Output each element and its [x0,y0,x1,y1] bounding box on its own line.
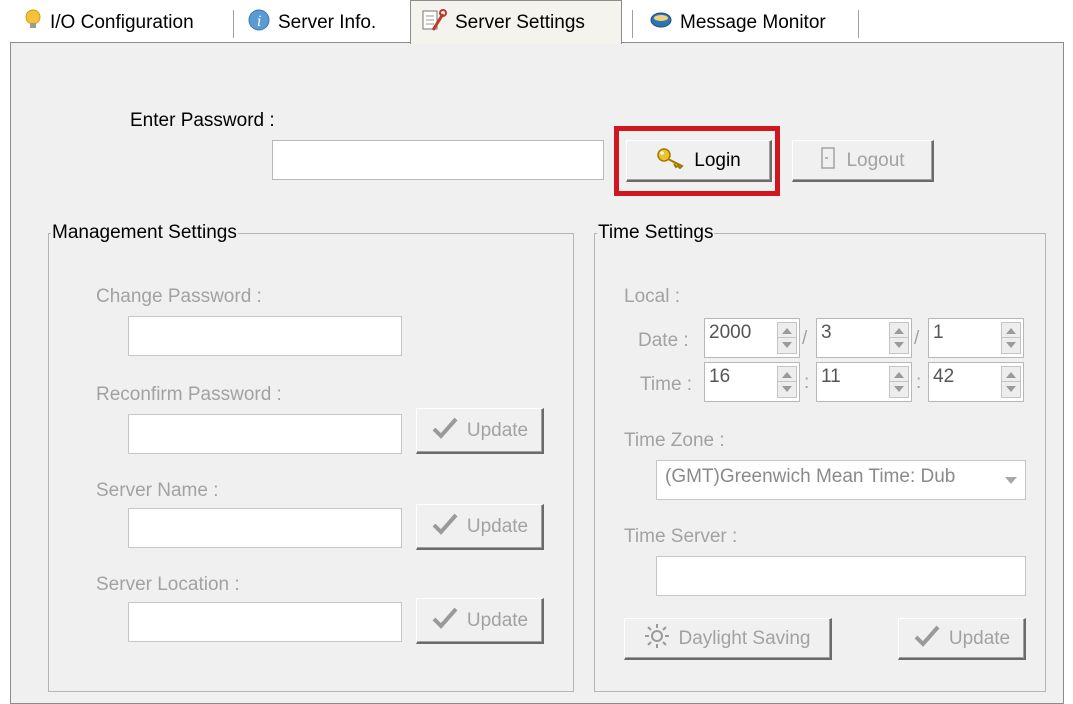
time-settings-title: Time Settings [598,222,714,243]
password-input[interactable] [272,140,604,180]
date-year-spinner[interactable]: 2000 [704,318,800,358]
time-second-spinner[interactable]: 42 [928,362,1024,402]
checkmark-icon [431,606,459,636]
update-server-name-button[interactable]: Update [416,504,544,550]
update-label: Update [948,627,1011,649]
svg-text:i: i [257,14,261,30]
time-server-input[interactable] [656,556,1026,596]
date-month-spinner[interactable]: 3 [816,318,912,358]
update-server-location-button[interactable]: Update [416,598,544,644]
tab-divider [858,10,862,38]
time-separator: : [804,372,810,393]
server-location-label: Server Location : [96,574,240,595]
date-separator: / [914,328,920,349]
daylight-saving-button[interactable]: Daylight Saving [624,618,832,660]
date-month-value: 3 [821,322,832,343]
tab-label: I/O Configuration [50,12,194,33]
sun-icon [644,623,670,655]
date-year-value: 2000 [709,322,752,343]
update-time-button[interactable]: Update [898,618,1026,660]
update-label: Update [466,419,529,441]
date-day-value: 1 [933,322,944,343]
server-name-label: Server Name : [96,480,219,501]
spinner-arrows-icon[interactable] [777,322,797,354]
time-second-value: 42 [933,366,955,387]
server-name-input[interactable] [128,508,402,548]
reconfirm-password-input[interactable] [128,414,402,454]
checkmark-icon [913,624,941,654]
info-icon: i [248,9,270,37]
time-minute-value: 11 [821,366,841,387]
lightbulb-icon [24,9,42,37]
change-password-input[interactable] [128,316,402,356]
time-hour-spinner[interactable]: 16 [704,362,800,402]
date-separator: / [802,328,808,349]
spinner-arrows-icon[interactable] [889,322,909,354]
settings-wrench-icon [421,8,447,38]
time-zone-value: (GMT)Greenwich Mean Time: Dub [665,466,956,487]
logout-label: Logout [846,149,905,171]
spinner-arrows-icon[interactable] [1001,366,1021,398]
daylight-saving-label: Daylight Saving [678,627,811,649]
door-icon [820,146,838,176]
tab-divider [632,10,636,38]
time-server-label: Time Server : [624,526,738,547]
checkmark-icon [431,512,459,542]
local-label: Local : [624,286,680,307]
checkmark-icon [431,416,459,446]
spinner-arrows-icon[interactable] [777,366,797,398]
spinner-arrows-icon[interactable] [889,366,909,398]
management-settings-title: Management Settings [52,222,237,243]
enter-password-label: Enter Password : [130,110,275,131]
time-hour-value: 16 [709,366,731,387]
login-highlight-box [614,126,780,196]
update-label: Update [466,515,529,537]
time-minute-spinner[interactable]: 11 [816,362,912,402]
tab-divider [233,10,237,38]
tab-label: Message Monitor [680,12,826,33]
date-label: Date : [638,330,689,351]
tab-message-monitor[interactable]: Message Monitor [640,4,836,42]
time-zone-label: Time Zone : [624,430,725,451]
time-separator: : [916,372,922,393]
monitor-icon [650,11,672,35]
time-label: Time : [640,374,693,395]
change-password-label: Change Password : [96,286,262,307]
tab-server-settings[interactable]: Server Settings [410,0,622,44]
tab-label: Server Info. [278,12,377,33]
update-password-button[interactable]: Update [416,408,544,454]
spinner-arrows-icon[interactable] [1001,322,1021,354]
server-location-input[interactable] [128,602,402,642]
update-label: Update [466,609,529,631]
tab-io-configuration[interactable]: I/O Configuration [14,4,204,42]
reconfirm-password-label: Reconfirm Password : [96,384,282,405]
tab-server-info[interactable]: i Server Info. [238,4,386,42]
time-zone-select[interactable]: (GMT)Greenwich Mean Time: Dub [656,460,1026,500]
date-day-spinner[interactable]: 1 [928,318,1024,358]
logout-button[interactable]: Logout [792,140,934,182]
chevron-down-icon [1005,477,1017,484]
tab-label: Server Settings [455,11,585,33]
